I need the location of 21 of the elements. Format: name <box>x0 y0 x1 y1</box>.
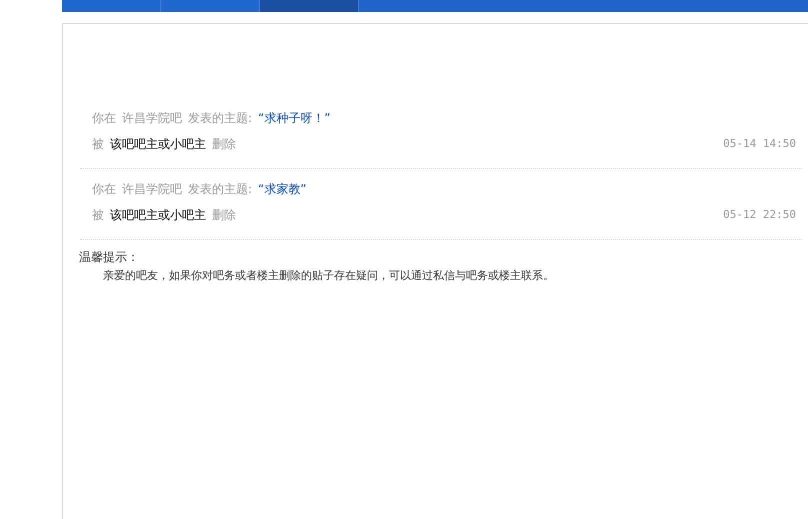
tab[interactable] <box>62 0 161 12</box>
deleter-text: 该吧吧主或小吧主 <box>110 136 206 153</box>
label-text: 发表的主题: <box>188 181 252 198</box>
timestamp: 05-12 22:50 <box>723 206 796 223</box>
forum-name: 许昌学院吧 <box>122 181 182 198</box>
label-text: 删除 <box>212 136 236 153</box>
label-text: 你在 <box>92 181 116 198</box>
label-text: 被 <box>92 136 104 153</box>
timestamp: 05-14 14:50 <box>723 136 796 152</box>
label-text: 你在 <box>92 110 116 127</box>
post-title-link[interactable]: “求家教” <box>258 180 306 198</box>
tab[interactable] <box>260 0 359 12</box>
post-title-link[interactable]: “求种子呀！” <box>258 109 330 127</box>
tab[interactable] <box>161 0 260 12</box>
label-text: 被 <box>92 207 104 224</box>
tip-text: 亲爱的吧友，如果你对吧务或者楼主删除的贴子存在疑问，可以通过私信与吧务或楼主联系。 <box>102 268 555 284</box>
tip-heading: 温馨提示： <box>79 249 140 266</box>
label-text: 发表的主题: <box>188 110 252 127</box>
deleter-text: 该吧吧主或小吧主 <box>110 207 206 224</box>
label-text: 删除 <box>212 207 236 224</box>
forum-name: 许昌学院吧 <box>122 110 182 127</box>
